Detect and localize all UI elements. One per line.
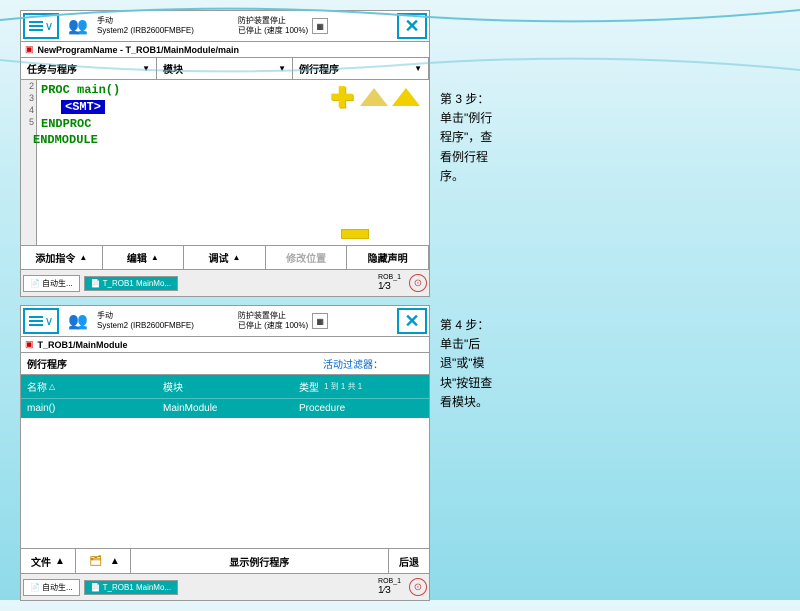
action-file[interactable]: 文件▲ bbox=[21, 549, 76, 573]
status-icon[interactable]: ⊙ bbox=[409, 578, 427, 596]
cell-type: Procedure bbox=[293, 399, 429, 418]
code-endproc: ENDPROC bbox=[41, 117, 91, 131]
bottom-bar: 📄自动生... 📄T_ROB1 MainMo... ROB_1 1⁄3 ⊙ bbox=[21, 269, 429, 296]
action-modify-position: 修改位置 bbox=[266, 246, 348, 269]
step-4-text: 第 4 步：单击"后退"或"模块"按钮查看模块。 bbox=[440, 316, 500, 412]
active-filter-label: 活动过滤器： bbox=[323, 356, 383, 371]
code-proc: PROC main() bbox=[41, 83, 120, 97]
step-3-text: 第 3 步：单击"例行程序"，查看例行程序。 bbox=[440, 90, 500, 186]
filter-bar: 例行程序 活动过滤器： bbox=[21, 353, 429, 375]
action-filter[interactable]: 🗂▲ bbox=[76, 549, 131, 573]
action-bar: 添加指令▲ 编辑▲ 调试▲ 修改位置 隐藏声明 bbox=[21, 245, 429, 269]
module-path: T_ROB1/MainModule bbox=[38, 340, 128, 350]
code-content: PROC main() <SMT> ENDPROC ENDMODULE bbox=[37, 80, 124, 245]
bottom-actions: 文件▲ 🗂▲ 显示例行程序 后退 bbox=[21, 548, 429, 573]
bottom-bar: 📄自动生... 📄T_ROB1 MainMo... ROB_1 1⁄3 ⊙ bbox=[21, 573, 429, 600]
tab-auto[interactable]: 📄自动生... bbox=[23, 275, 80, 292]
cell-module: MainModule bbox=[157, 399, 293, 418]
filter-icon: 🗂 bbox=[86, 553, 106, 569]
action-debug[interactable]: 调试▲ bbox=[184, 246, 266, 269]
action-edit[interactable]: 编辑▲ bbox=[103, 246, 185, 269]
robot-indicator: ROB_1 1⁄3 bbox=[374, 272, 405, 294]
action-back[interactable]: 后退 bbox=[389, 549, 429, 573]
table-header: 名称△ 模块 类型1 到 1 共 1 bbox=[21, 375, 429, 398]
operator-icon: 👥 bbox=[63, 309, 93, 333]
tab-rob1[interactable]: 📄T_ROB1 MainMo... bbox=[84, 276, 178, 291]
edit-shapes: ✚ bbox=[327, 84, 421, 110]
minus-icon[interactable] bbox=[341, 229, 369, 239]
path-bar: ▣ T_ROB1/MainModule bbox=[21, 337, 429, 353]
cell-name: main() bbox=[21, 399, 157, 418]
triangle-up-icon[interactable] bbox=[391, 84, 421, 110]
window-icon[interactable]: ▦ bbox=[312, 313, 328, 329]
table-row[interactable]: main() MainModule Procedure bbox=[21, 398, 429, 418]
action-show-routine[interactable]: 显示例行程序 bbox=[131, 549, 389, 573]
header-type[interactable]: 类型1 到 1 共 1 bbox=[293, 375, 429, 398]
line-numbers: 2345 bbox=[21, 80, 37, 245]
topbar: ∨ 👥 手动 System2 (IRB2600FMBFE) 防护装置停止 已停止… bbox=[21, 306, 429, 337]
action-hide-declarations[interactable]: 隐藏声明 bbox=[347, 246, 429, 269]
header-name[interactable]: 名称△ bbox=[21, 375, 157, 398]
instruction-sidebar: 第 3 步：单击"例行程序"，查看例行程序。 第 4 步：单击"后退"或"模块"… bbox=[440, 10, 500, 601]
routine-label: 例行程序 bbox=[27, 356, 67, 371]
code-endmodule: ENDMODULE bbox=[33, 133, 98, 147]
routine-list-panel: ∨ 👥 手动 System2 (IRB2600FMBFE) 防护装置停止 已停止… bbox=[20, 305, 430, 601]
code-area[interactable]: 2345 PROC main() <SMT> ENDPROC ENDMODULE… bbox=[21, 80, 429, 245]
robot-indicator: ROB_1 1⁄3 bbox=[374, 576, 405, 598]
row-count: 1 到 1 共 1 bbox=[321, 378, 365, 395]
action-add-instruction[interactable]: 添加指令▲ bbox=[21, 246, 103, 269]
program-icon: ▣ bbox=[25, 339, 34, 350]
status-icon[interactable]: ⊙ bbox=[409, 274, 427, 292]
tab-rob1[interactable]: 📄T_ROB1 MainMo... bbox=[84, 580, 178, 595]
close-button[interactable]: ✕ bbox=[397, 308, 427, 334]
status-info: 防护装置停止 已停止 (速度 100%) bbox=[238, 311, 308, 332]
menu-button[interactable]: ∨ bbox=[23, 308, 59, 334]
tab-auto[interactable]: 📄自动生... bbox=[23, 579, 80, 596]
code-smt[interactable]: <SMT> bbox=[61, 100, 105, 114]
plus-icon[interactable]: ✚ bbox=[327, 84, 357, 110]
device-info: 手动 System2 (IRB2600FMBFE) bbox=[97, 311, 194, 332]
header-module[interactable]: 模块 bbox=[157, 375, 293, 398]
triangle-outline-icon[interactable] bbox=[359, 84, 389, 110]
list-area bbox=[21, 418, 429, 548]
